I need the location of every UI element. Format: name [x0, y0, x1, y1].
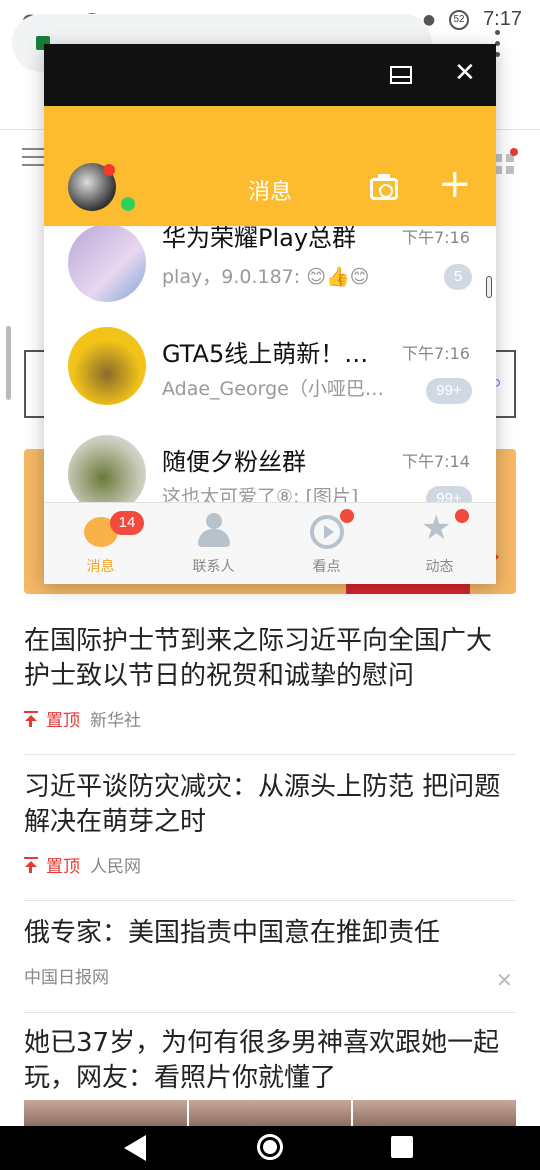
news-meta: 置顶 人民网	[24, 852, 516, 877]
news-item[interactable]: 习近平谈防灾减灾：从源头上防范 把问题解决在萌芽之时 置顶 人民网	[24, 770, 516, 877]
conversation-item[interactable]: 华为荣耀Play总群 下午7:16 play，9.0.187: 😊👍😊 5	[44, 226, 496, 326]
news-thumbnails[interactable]	[24, 1100, 517, 1126]
unread-badge: 99+	[426, 378, 472, 404]
star-icon: ★	[421, 508, 452, 548]
qq-header: 消息 +	[44, 106, 496, 226]
conversation-name: 随便夕粉丝群	[162, 448, 306, 476]
unread-badge: 99+	[426, 486, 472, 502]
tab-feeds[interactable]: 看点	[270, 503, 383, 584]
home-icon[interactable]	[257, 1134, 283, 1160]
tab-contacts[interactable]: 联系人	[157, 503, 270, 584]
news-item[interactable]: 她已37岁，为何有很多男神喜欢跟她一起玩，网友：看照片你就懂了	[24, 1026, 516, 1096]
news-title[interactable]: 在国际护士节到来之际习近平向全国广大护士致以节日的祝贺和诚挚的慰问	[24, 624, 516, 694]
qq-tab-bar: 14 消息 联系人 看点 ★ 动态	[44, 502, 496, 584]
tab-label: 消息	[86, 559, 115, 575]
qq-title: 消息	[247, 180, 292, 205]
tab-label: 联系人	[192, 559, 235, 575]
pinned-label: 置顶	[46, 711, 80, 731]
news-title[interactable]: 她已37岁，为何有很多男神喜欢跟她一起玩，网友：看照片你就懂了	[24, 1026, 516, 1096]
grid-icon[interactable]	[494, 154, 514, 174]
group-avatar	[68, 435, 146, 502]
play-circle-icon	[310, 515, 344, 549]
unread-badge: 5	[444, 264, 472, 290]
tab-label: 看点	[312, 559, 341, 575]
pin-top-icon	[24, 710, 38, 727]
divider	[24, 754, 516, 755]
group-avatar	[68, 226, 146, 302]
conversation-preview: play，9.0.187: 😊👍😊	[162, 266, 370, 288]
hamburger-icon[interactable]	[22, 148, 46, 166]
battery-icon: 52	[449, 9, 470, 30]
maximize-icon[interactable]	[390, 66, 412, 84]
conversation-time: 下午7:14	[402, 452, 470, 471]
list-scrollbar[interactable]	[486, 276, 492, 298]
camera-icon[interactable]	[370, 174, 398, 200]
news-source: 新华社	[90, 711, 141, 731]
notification-dot	[510, 148, 518, 156]
recents-icon[interactable]	[391, 1136, 413, 1158]
scroll-indicator[interactable]	[6, 326, 11, 400]
pinned-label: 置顶	[46, 857, 80, 877]
tab-notification-dot	[340, 509, 354, 523]
news-item[interactable]: 在国际护士节到来之际习近平向全国广大护士致以节日的祝贺和诚挚的慰问 置顶 新华社	[24, 624, 516, 731]
contact-person-icon	[197, 513, 231, 547]
tab-moments[interactable]: ★ 动态	[383, 503, 496, 584]
banner-stripe	[346, 584, 470, 594]
news-source: 中国日报网	[24, 968, 109, 988]
conversation-item[interactable]: 随便夕粉丝群 下午7:14 这也太可爱了⑧: [图片] 99+	[44, 435, 496, 502]
news-title[interactable]: 俄专家：美国指责中国意在推卸责任	[24, 916, 516, 951]
tab-label: 动态	[425, 559, 454, 575]
qq-floating-window: ✕ 消息 + 华为荣耀Play总群 下午7:16 play，9.0.187: 😊…	[44, 44, 496, 584]
news-title[interactable]: 习近平谈防灾减灾：从源头上防范 把问题解决在萌芽之时	[24, 770, 516, 840]
divider	[24, 1012, 516, 1013]
conversation-time: 下午7:16	[402, 344, 470, 363]
tab-messages[interactable]: 14 消息	[44, 503, 157, 584]
news-item[interactable]: 俄专家：美国指责中国意在推卸责任 中国日报网	[24, 916, 516, 988]
conversation-preview: 这也太可爱了⑧: [图片]	[162, 486, 359, 502]
back-icon[interactable]	[124, 1135, 146, 1161]
pinned-tag: 置顶	[24, 852, 80, 877]
conversation-item[interactable]: GTA5线上萌新！开… 下午7:16 Adae_George（小哑巴… 99+	[44, 327, 496, 442]
conversation-list[interactable]: 华为荣耀Play总群 下午7:16 play，9.0.187: 😊👍😊 5 GT…	[44, 226, 496, 502]
close-icon[interactable]: ✕	[454, 58, 476, 88]
plus-icon[interactable]: +	[438, 164, 472, 204]
news-source: 人民网	[90, 857, 141, 877]
pin-top-icon	[24, 856, 38, 873]
tab-notification-dot	[455, 509, 469, 523]
conversation-time: 下午7:16	[402, 228, 470, 247]
clock: 7:17	[483, 8, 522, 30]
group-avatar	[68, 327, 146, 405]
pinned-tag: 置顶	[24, 706, 80, 731]
news-meta: 中国日报网	[24, 963, 516, 988]
conversation-name: 华为荣耀Play总群	[162, 226, 357, 252]
news-meta: 置顶 新华社	[24, 706, 516, 731]
conversation-preview: Adae_George（小哑巴…	[162, 378, 384, 400]
window-titlebar[interactable]	[44, 44, 496, 106]
tab-unread-badge: 14	[110, 511, 144, 535]
divider	[24, 900, 516, 901]
conversation-name: GTA5线上萌新！开…	[162, 340, 384, 368]
dismiss-icon[interactable]: ✕	[496, 968, 513, 992]
